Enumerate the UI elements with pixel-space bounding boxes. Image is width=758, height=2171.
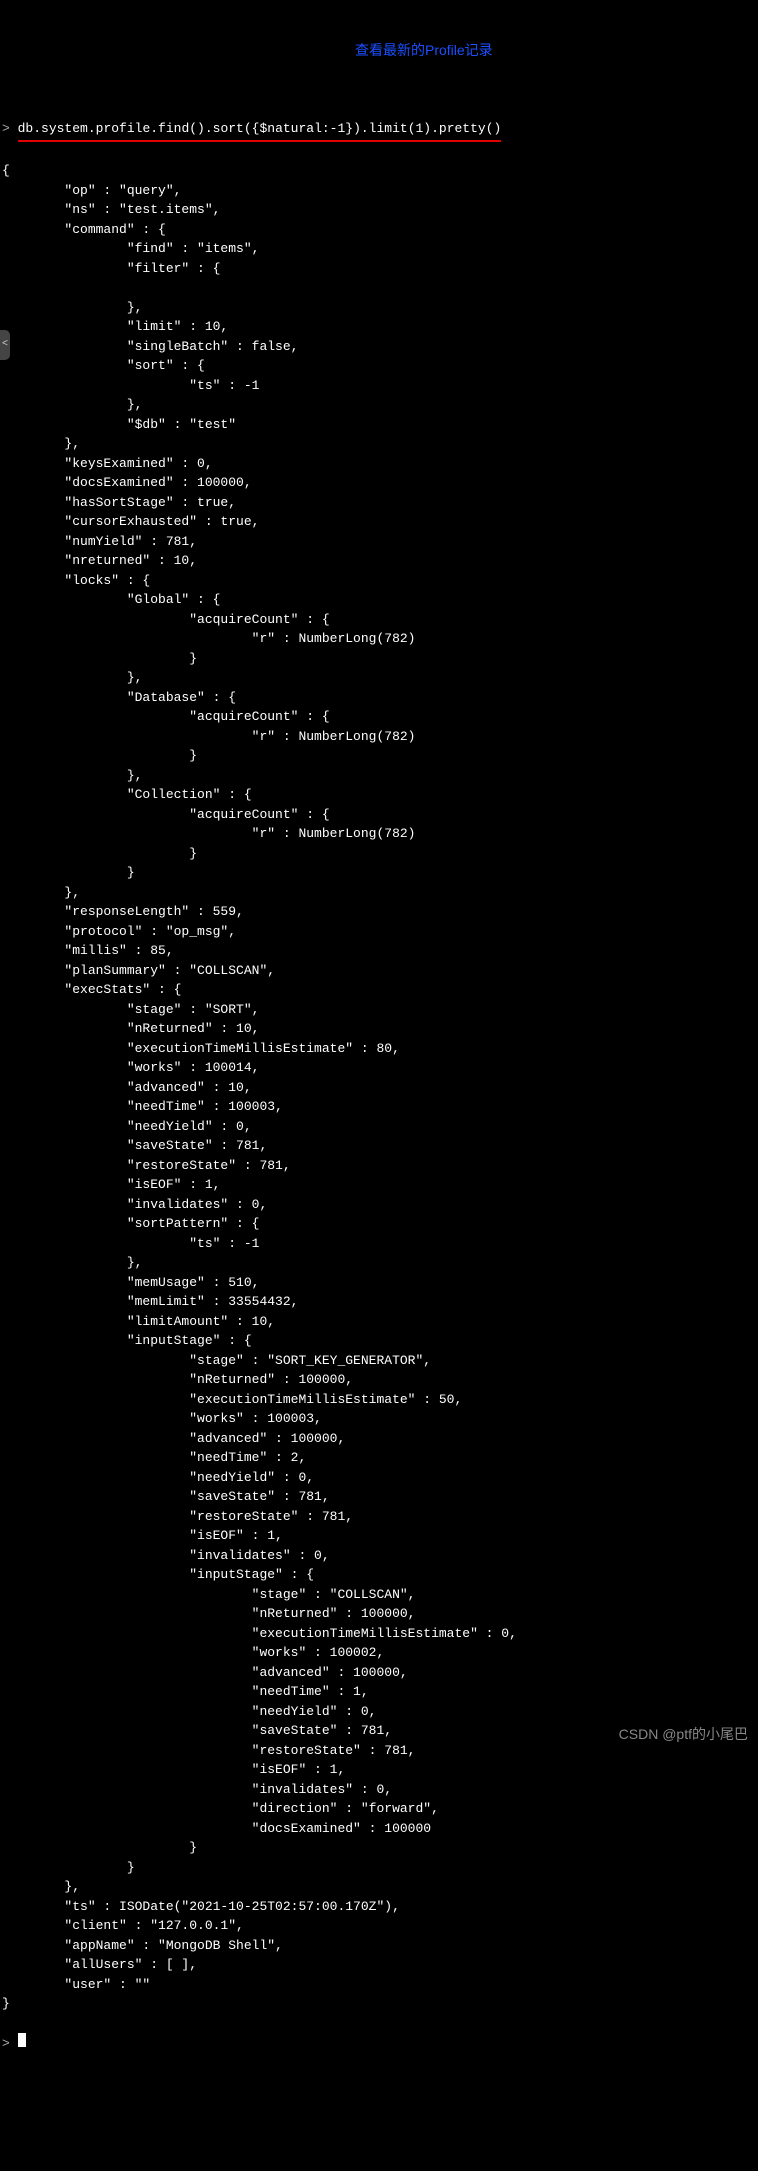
side-collapse-tab[interactable]: [0, 330, 10, 360]
shell-prompt: >: [2, 121, 10, 136]
watermark: CSDN @ptf的小尾巴: [619, 1724, 748, 1745]
cursor[interactable]: [18, 2033, 26, 2047]
new-shell-prompt: >: [2, 2036, 10, 2051]
annotation-label: 查看最新的Profile记录: [355, 40, 493, 61]
shell-command[interactable]: db.system.profile.find().sort({$natural:…: [18, 119, 502, 142]
